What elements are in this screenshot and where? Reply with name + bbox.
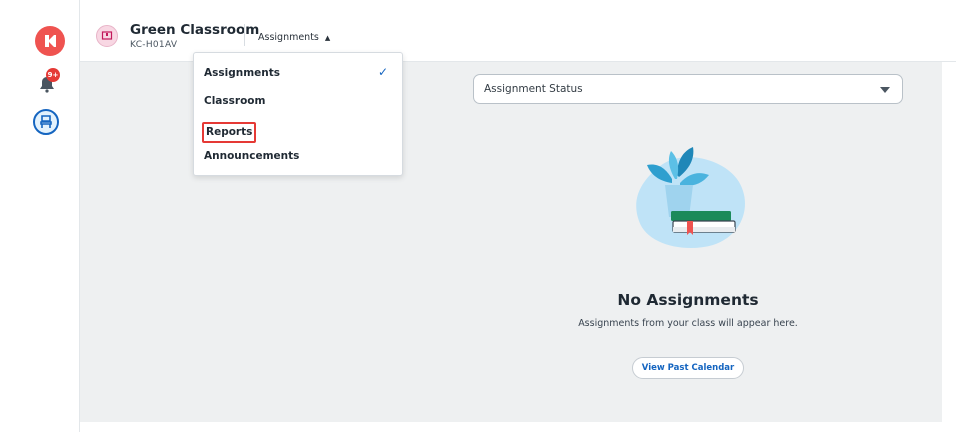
section-dropdown-button[interactable]: Assignments ▲ [258, 32, 330, 43]
header-divider [244, 24, 245, 46]
menu-item-assignments[interactable]: Assignments [204, 67, 280, 79]
view-past-calendar-button[interactable]: View Past Calendar [632, 357, 744, 379]
menu-item-announcements[interactable]: Announcements [204, 150, 299, 162]
app-logo-icon[interactable] [35, 26, 65, 56]
class-code: KC-H01AV [130, 40, 178, 50]
class-avatar-icon [96, 25, 118, 47]
empty-books-plant-illustration [636, 147, 745, 248]
assignment-status-select[interactable]: Assignment Status [473, 74, 903, 104]
empty-state-subtitle: Assignments from your class will appear … [578, 318, 798, 329]
assignment-status-label: Assignment Status [484, 83, 583, 95]
left-rail: 9+ [0, 0, 80, 432]
notifications-bell-icon[interactable]: 9+ [36, 68, 62, 96]
menu-item-classroom[interactable]: Classroom [204, 95, 265, 107]
menu-item-reports[interactable]: Reports [202, 122, 257, 143]
empty-state-title: No Assignments [617, 291, 759, 309]
classroom-chair-icon[interactable] [33, 109, 59, 135]
section-dropdown-menu: Assignments ✓ Classroom Reports Announce… [193, 52, 403, 176]
chevron-down-icon [880, 87, 890, 93]
section-dropdown-label: Assignments [258, 32, 319, 43]
checkmark-icon: ✓ [377, 65, 388, 79]
class-name: Green Classroom [130, 22, 260, 38]
caret-up-icon: ▲ [324, 33, 331, 42]
notification-count-badge: 9+ [46, 68, 60, 82]
